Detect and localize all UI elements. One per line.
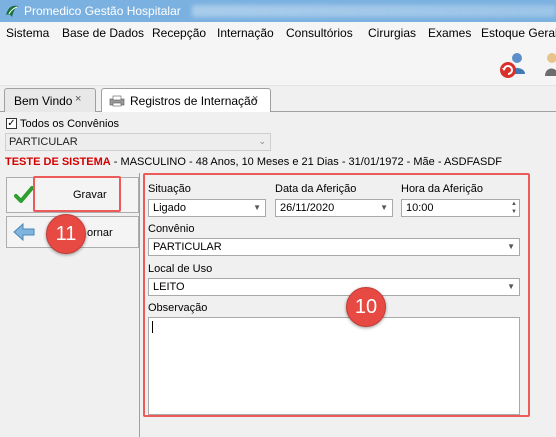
toolbar — [0, 44, 556, 86]
window-title: Promedico Gestão Hospitalar — [24, 4, 181, 18]
arrow-left-icon — [13, 222, 35, 242]
menu-consultorios[interactable]: Consultórios — [286, 26, 353, 40]
menu-cirurgias[interactable]: Cirurgias — [368, 26, 416, 40]
all-conventions-checkbox[interactable]: ✓ — [6, 118, 17, 129]
save-highlight — [33, 176, 121, 212]
title-bar: Promedico Gestão Hospitalar — [0, 0, 556, 22]
users-refresh-icon[interactable] — [498, 50, 528, 80]
form-highlight — [143, 173, 530, 417]
return-button-label: ornar — [87, 227, 113, 239]
menu-base-de-dados[interactable]: Base de Dados — [62, 26, 144, 40]
patient-name: TESTE DE SISTEMA — [5, 156, 111, 168]
close-icon[interactable]: × — [252, 93, 258, 105]
tab-registros-internacao[interactable]: Registros de Internação × — [101, 88, 271, 113]
menu-estoque-geral[interactable]: Estoque Geral — [481, 26, 556, 40]
all-conventions-label: Todos os Convênios — [20, 118, 120, 130]
app-logo-icon — [6, 5, 18, 17]
tab-strip: Bem Vindo × Registros de Internação × — [0, 86, 556, 113]
check-icon — [14, 186, 34, 203]
convention-filter-value: PARTICULAR — [9, 136, 78, 148]
blurred-title-info — [192, 5, 556, 17]
patient-info: TESTE DE SISTEMA - MASCULINO - 48 Anos, … — [5, 156, 502, 168]
chevron-down-icon: ⌄ — [258, 136, 266, 146]
annotation-badge-11: 11 — [46, 214, 86, 254]
menu-exames[interactable]: Exames — [428, 26, 471, 40]
convention-filter-select[interactable]: PARTICULAR ⌄ — [5, 133, 271, 151]
tab-label: Registros de Internação — [130, 94, 258, 108]
menu-recepcao[interactable]: Recepção — [152, 26, 206, 40]
menu-internacao[interactable]: Internação — [217, 26, 274, 40]
menu-bar: Sistema Base de Dados Recepção Internaçã… — [0, 22, 556, 44]
annotation-badge-10: 10 — [346, 287, 386, 327]
tab-label: Bem Vindo — [14, 94, 73, 108]
user-icon[interactable] — [544, 50, 556, 80]
menu-sistema[interactable]: Sistema — [6, 26, 49, 40]
printer-icon — [109, 95, 125, 107]
patient-details: - MASCULINO - 48 Anos, 10 Meses e 21 Dia… — [110, 156, 503, 168]
close-icon[interactable]: × — [75, 93, 81, 105]
tab-bem-vindo[interactable]: Bem Vindo × — [4, 88, 96, 112]
